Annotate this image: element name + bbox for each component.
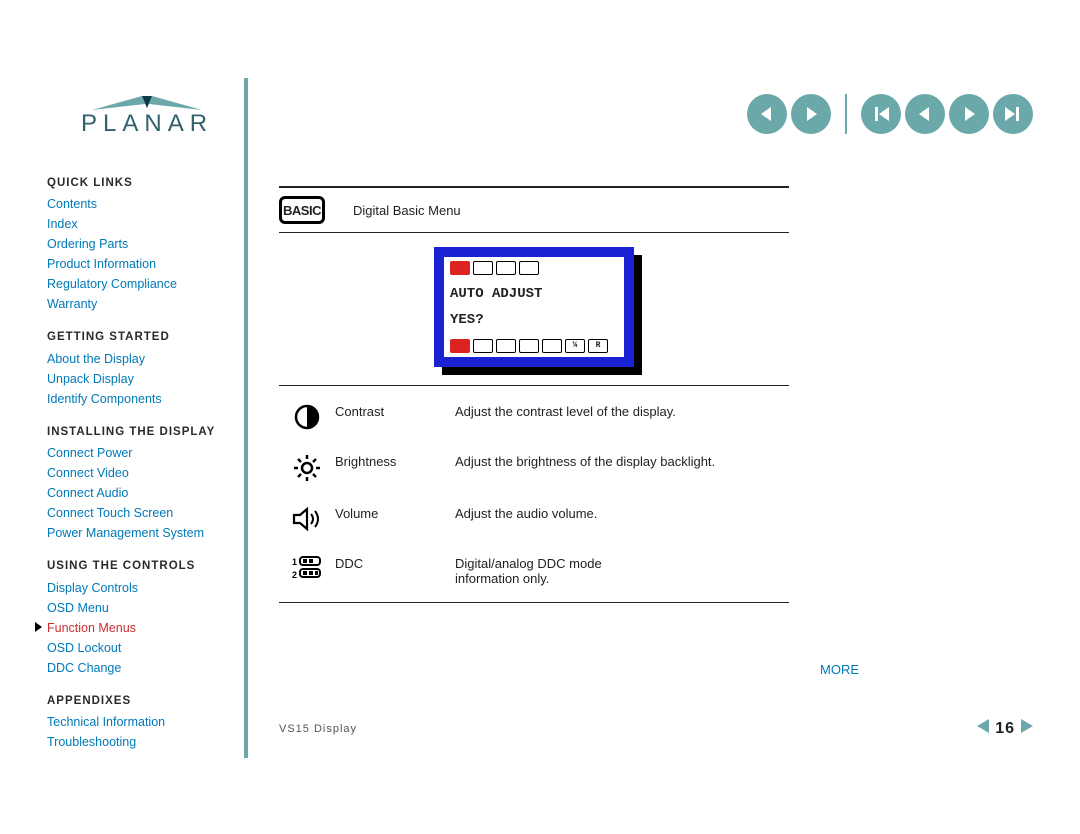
sidebar-link[interactable]: Connect Audio	[47, 483, 237, 503]
more-link[interactable]: MORE	[820, 662, 859, 677]
osd-screenshot: AUTO ADJUST YES? ¼R	[434, 247, 634, 367]
osd-line1: AUTO ADJUST	[450, 286, 618, 302]
sidebar-link[interactable]: Warranty	[47, 294, 237, 314]
brightness-icon	[279, 454, 335, 482]
sidebar-link[interactable]: Ordering Parts	[47, 234, 237, 254]
sidebar-link[interactable]: Product Information	[47, 254, 237, 274]
feature-desc: Adjust the contrast level of the display…	[455, 404, 789, 419]
top-nav-buttons	[747, 94, 1033, 134]
horizontal-rule	[279, 232, 789, 233]
nav-prev-right-icon[interactable]	[791, 94, 831, 134]
main-content: BASIC Digital Basic Menu AUTO ADJUST YES…	[279, 180, 789, 607]
sidebar-link[interactable]: Identify Components	[47, 389, 237, 409]
sidebar-link[interactable]: Troubleshooting	[47, 732, 237, 752]
feature-name: DDC	[335, 556, 455, 571]
osd-top-icons	[450, 261, 618, 275]
feature-row: Brightness Adjust the brightness of the …	[279, 442, 789, 494]
sidebar-link[interactable]: Contents	[47, 194, 237, 214]
nav-back-icon[interactable]	[905, 94, 945, 134]
sidebar-link[interactable]: OSD Menu	[47, 598, 237, 618]
feature-row: 1 2 DDC Digital/analog DDC mode informat…	[279, 544, 789, 598]
sidebar-link[interactable]: Technical Information	[47, 712, 237, 732]
sidebar-heading: INSTALLING THE DISPLAY	[47, 423, 237, 441]
feature-desc: Adjust the audio volume.	[455, 506, 789, 521]
nav-separator	[845, 94, 847, 134]
volume-icon	[279, 506, 335, 532]
sidebar-heading: GETTING STARTED	[47, 328, 237, 346]
sidebar-link[interactable]: Power Management System	[47, 523, 237, 543]
basic-badge-icon: BASIC	[279, 196, 325, 224]
sidebar-link-current[interactable]: Function Menus	[47, 618, 237, 638]
horizontal-rule	[279, 186, 789, 188]
page-number: 16	[995, 720, 1015, 738]
vertical-divider	[244, 78, 248, 758]
sidebar-link[interactable]: Index	[47, 214, 237, 234]
sidebar-link[interactable]: About the Display	[47, 349, 237, 369]
osd-line2: YES?	[450, 312, 618, 328]
page-prev-icon[interactable]	[975, 717, 991, 740]
feature-row: Volume Adjust the audio volume.	[279, 494, 789, 544]
sidebar-link[interactable]: Connect Touch Screen	[47, 503, 237, 523]
sidebar-link[interactable]: Connect Power	[47, 443, 237, 463]
sidebar-link[interactable]: Unpack Display	[47, 369, 237, 389]
feature-name: Brightness	[335, 454, 455, 469]
osd-bottom-icons: ¼R	[450, 339, 618, 353]
brand-logo: PLANAR	[81, 88, 213, 138]
section-title: Digital Basic Menu	[353, 203, 461, 218]
svg-text:2: 2	[292, 570, 297, 580]
sidebar-heading: USING THE CONTROLS	[47, 557, 237, 575]
page-next-icon[interactable]	[1019, 717, 1035, 740]
sidebar-link[interactable]: Regulatory Compliance	[47, 274, 237, 294]
feature-desc: Adjust the brightness of the display bac…	[455, 454, 789, 469]
feature-desc: Digital/analog DDC mode information only…	[455, 556, 789, 586]
nav-first-icon[interactable]	[861, 94, 901, 134]
sidebar-heading: APPENDIXES	[47, 692, 237, 710]
sidebar-heading: QUICK LINKS	[47, 174, 237, 192]
sidebar-link[interactable]: Display Controls	[47, 578, 237, 598]
svg-text:1: 1	[292, 557, 297, 567]
sidebar-link[interactable]: OSD Lockout	[47, 638, 237, 658]
feature-name: Volume	[335, 506, 455, 521]
horizontal-rule	[279, 602, 789, 603]
sidebar: QUICK LINKS Contents Index Ordering Part…	[47, 174, 237, 752]
horizontal-rule	[279, 385, 789, 386]
feature-row: Contrast Adjust the contrast level of th…	[279, 392, 789, 442]
sidebar-link[interactable]: DDC Change	[47, 658, 237, 678]
product-name: VS15 Display	[279, 723, 357, 735]
feature-name: Contrast	[335, 404, 455, 419]
nav-forward-icon[interactable]	[949, 94, 989, 134]
nav-last-icon[interactable]	[993, 94, 1033, 134]
contrast-icon	[279, 404, 335, 430]
ddc-icon: 1 2	[279, 556, 335, 580]
sidebar-link[interactable]: Connect Video	[47, 463, 237, 483]
nav-prev-left-icon[interactable]	[747, 94, 787, 134]
page-footer: VS15 Display 16	[279, 717, 1035, 740]
